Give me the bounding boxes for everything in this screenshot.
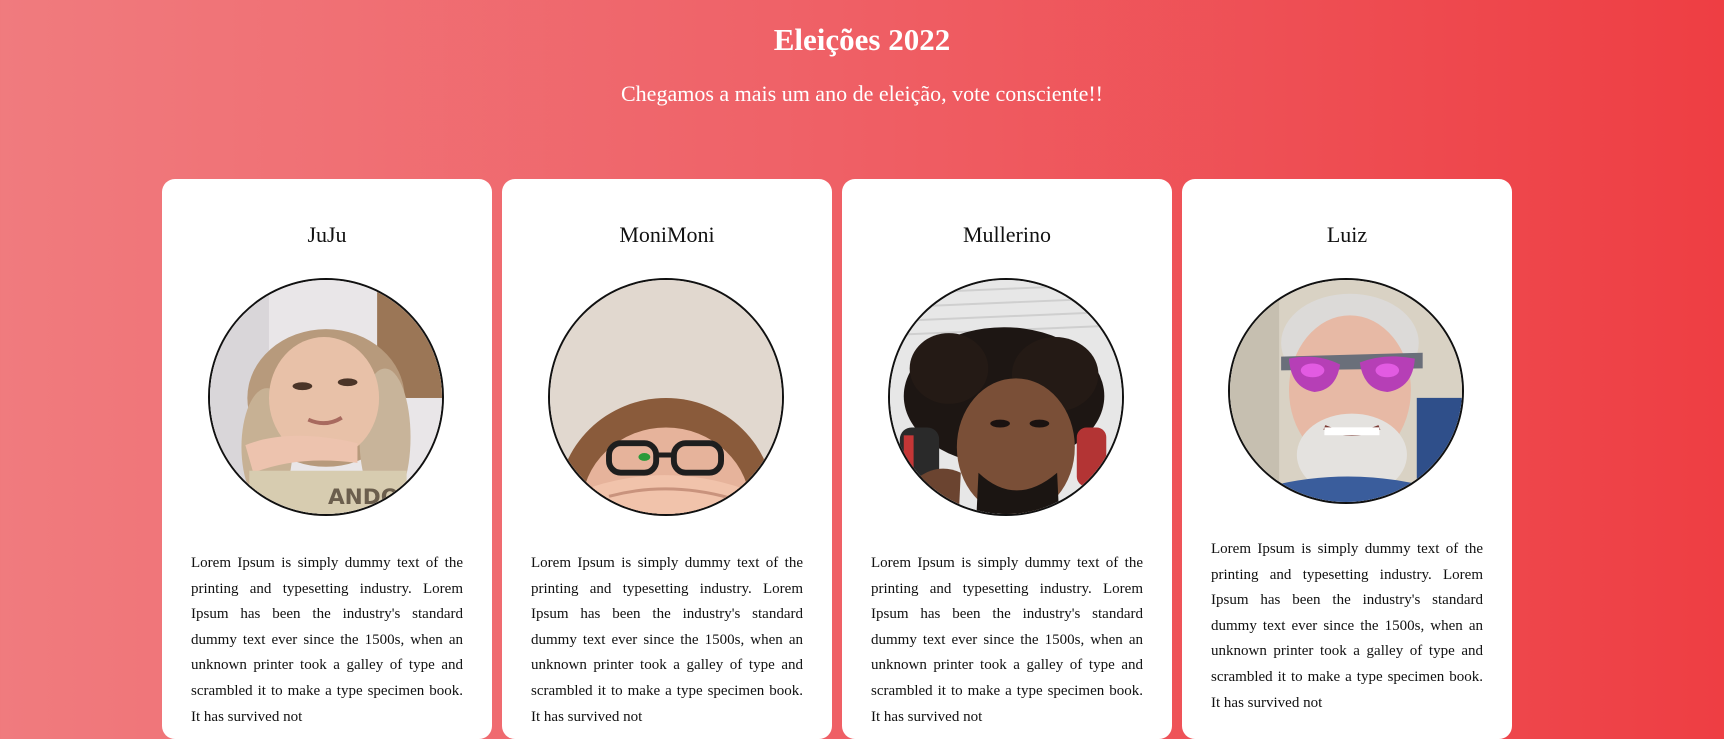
candidate-description: Lorem Ipsum is simply dummy text of the …	[1211, 541, 1483, 711]
candidate-description: Lorem Ipsum is simply dummy text of the …	[531, 555, 803, 725]
page-subtitle: Chegamos a mais um ano de eleição, vote …	[621, 81, 1103, 106]
candidate-description: Lorem Ipsum is simply dummy text of the …	[191, 555, 463, 725]
older-man-sunglasses-photo	[1230, 280, 1462, 502]
candidate-card-monimoni: MoniMoni Lorem Ipsum is simply dummy tex…	[502, 179, 832, 739]
candidate-name: Luiz	[1326, 222, 1368, 247]
candidate-photo-monimoni	[548, 278, 784, 516]
man-curly-hair-headphones-photo	[890, 280, 1122, 514]
girl-glasses-covering-mouth-photo	[550, 280, 782, 514]
candidate-photo-luiz	[1228, 278, 1464, 504]
girl-hand-under-chin-photo: ANDO	[210, 280, 442, 514]
candidate-photo-mullerino	[888, 278, 1124, 516]
svg-text:ANDO: ANDO	[328, 485, 399, 510]
candidate-photo-juju: ANDO	[208, 278, 444, 516]
candidate-card-luiz: Luiz Lorem Ipsum is simply dummy text of…	[1182, 179, 1512, 739]
candidate-card-juju: JuJu ANDO Lorem Ipsum is simply dummy te…	[162, 179, 492, 739]
candidate-name: MoniMoni	[619, 222, 715, 247]
candidate-name: Mullerino	[963, 222, 1051, 247]
page-title: Eleições 2022	[773, 22, 951, 57]
candidate-card-mullerino: Mullerino Lorem Ipsum is simply dummy te…	[842, 179, 1172, 739]
candidate-name: JuJu	[307, 222, 347, 247]
candidate-description: Lorem Ipsum is simply dummy text of the …	[871, 555, 1143, 725]
